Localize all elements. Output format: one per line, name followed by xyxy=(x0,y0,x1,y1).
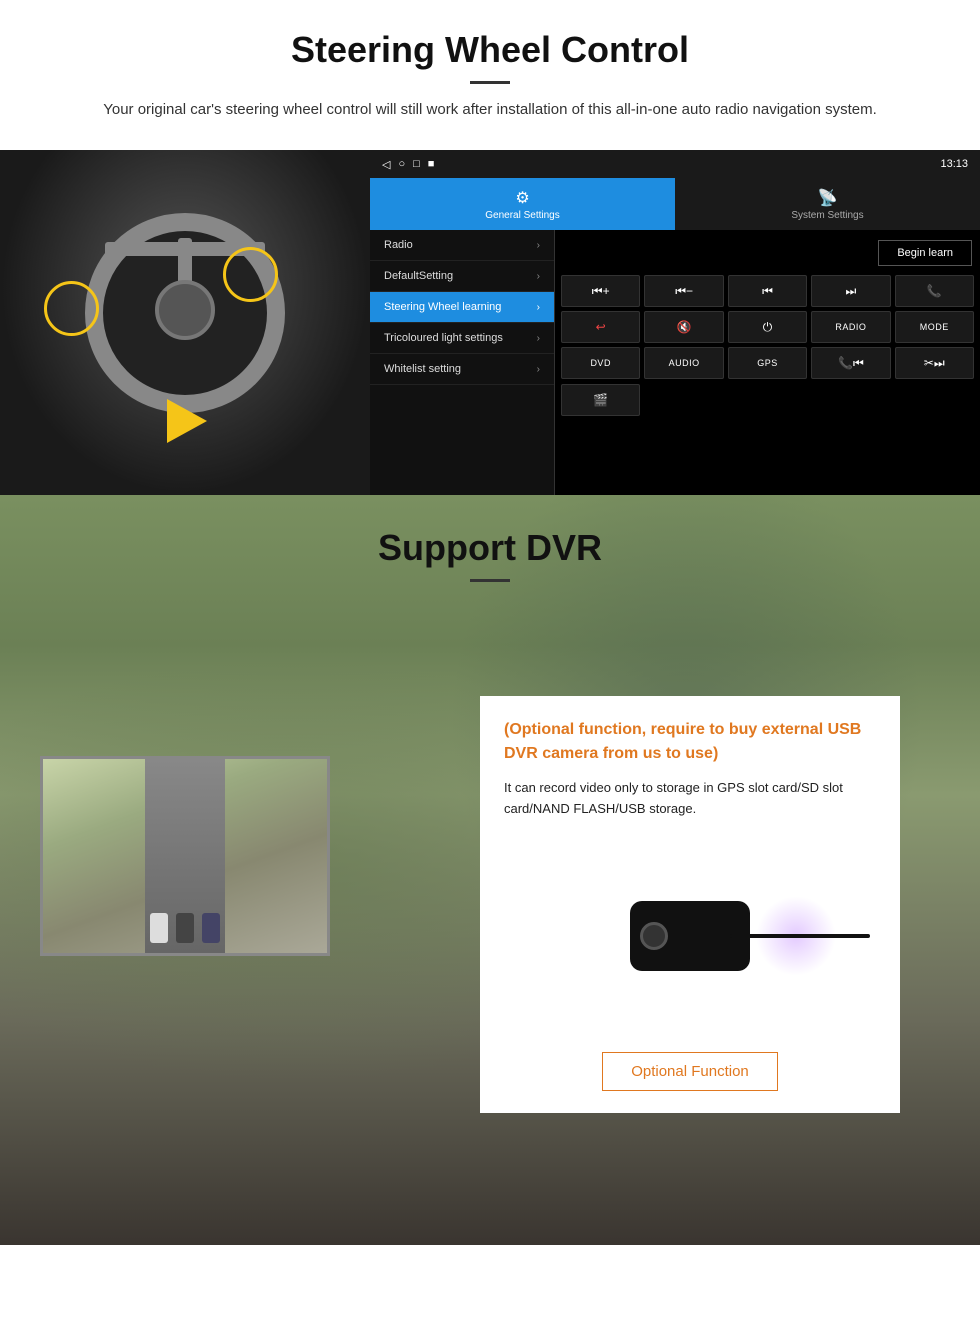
ctrl-gps[interactable]: GPS xyxy=(728,347,807,379)
ctrl-phone-prev[interactable]: 📞⏮ xyxy=(811,347,890,379)
begin-learn-row: Begin learn xyxy=(561,236,974,270)
android-content: Radio › DefaultSetting › Steering Wheel … xyxy=(370,230,980,495)
thumb-cars xyxy=(150,913,220,943)
dvr-description: It can record video only to storage in G… xyxy=(504,778,876,820)
tab-general[interactable]: ⚙ General Settings xyxy=(370,178,675,230)
dvr-left-area xyxy=(30,616,460,956)
system-settings-icon: 📡 xyxy=(818,188,838,208)
android-right-panel: Begin learn ⏮+ ⏮− ⏮ ⏭ 📞 ↩ 🔇 ⏻ RADIO MODE xyxy=(555,230,980,495)
ctrl-audio[interactable]: AUDIO xyxy=(644,347,723,379)
sw-outer-ring xyxy=(85,213,285,413)
tab-system[interactable]: 📡 System Settings xyxy=(675,178,980,230)
yellow-arrow xyxy=(167,399,207,443)
section-steering: Steering Wheel Control Your original car… xyxy=(0,0,980,495)
ctrl-extra-dvr[interactable]: 🎬 xyxy=(561,384,640,416)
section-dvr: Support DVR (Optional function, require … xyxy=(0,495,980,1245)
statusbar-icons: ◁ ○ □ ■ xyxy=(382,158,434,171)
menu-whitelist[interactable]: Whitelist setting › xyxy=(370,354,554,385)
steering-image xyxy=(0,150,370,495)
general-settings-icon: ⚙ xyxy=(515,188,529,208)
ctrl-back-call[interactable]: ↩ xyxy=(561,311,640,343)
ctrl-prev-track[interactable]: ⏮ xyxy=(728,275,807,307)
dvr-divider xyxy=(470,579,510,582)
cam-lens xyxy=(640,922,668,950)
menu-default-setting[interactable]: DefaultSetting › xyxy=(370,261,554,292)
camera-body xyxy=(630,901,750,971)
dvr-title-area: Support DVR xyxy=(0,495,980,596)
steering-title-area: Steering Wheel Control Your original car… xyxy=(0,0,980,132)
steering-title: Steering Wheel Control xyxy=(40,28,940,71)
ctrl-vol-plus[interactable]: ⏮+ xyxy=(561,275,640,307)
ctrl-mute[interactable]: 🔇 xyxy=(644,311,723,343)
ctrl-extra-row: 🎬 xyxy=(561,384,974,416)
menu-icon: ■ xyxy=(428,158,435,171)
home-icon: ○ xyxy=(398,158,405,171)
menu-radio[interactable]: Radio › xyxy=(370,230,554,261)
android-statusbar: ◁ ○ □ ■ 13:13 xyxy=(370,150,980,178)
android-tabs: ⚙ General Settings 📡 System Settings xyxy=(370,178,980,230)
dvr-optional-title: (Optional function, require to buy exter… xyxy=(504,718,876,766)
chevron-tricoloured: › xyxy=(537,333,540,344)
cam-cable xyxy=(730,934,870,938)
chevron-default: › xyxy=(537,271,540,282)
dvr-thumbnail-image xyxy=(40,756,330,956)
recent-icon: □ xyxy=(413,158,420,171)
steering-subtitle: Your original car's steering wheel contr… xyxy=(60,98,920,122)
ctrl-radio[interactable]: RADIO xyxy=(811,311,890,343)
menu-steering-wheel[interactable]: Steering Wheel learning › xyxy=(370,292,554,323)
statusbar-time: 13:13 xyxy=(940,158,968,170)
ctrl-mode[interactable]: MODE xyxy=(895,311,974,343)
yellow-circle-right xyxy=(223,247,278,302)
thumb-car-blue xyxy=(202,913,220,943)
dvr-main-content: (Optional function, require to buy exter… xyxy=(0,596,980,1133)
steering-demo: ◁ ○ □ ■ 13:13 ⚙ General Settings 📡 Syste… xyxy=(0,150,980,495)
optional-function-button[interactable]: Optional Function xyxy=(602,1052,778,1091)
ctrl-dvd[interactable]: DVD xyxy=(561,347,640,379)
ctrl-phone[interactable]: 📞 xyxy=(895,275,974,307)
menu-tricoloured[interactable]: Tricoloured light settings › xyxy=(370,323,554,354)
back-icon: ◁ xyxy=(382,158,390,171)
thumb-car-white xyxy=(150,913,168,943)
chevron-radio: › xyxy=(537,240,540,251)
begin-learn-button[interactable]: Begin learn xyxy=(878,240,972,266)
chevron-whitelist: › xyxy=(537,364,540,375)
tab-general-label: General Settings xyxy=(485,210,560,221)
thumb-car-dark xyxy=(176,913,194,943)
ctrl-cut-next[interactable]: ✂⏭ xyxy=(895,347,974,379)
android-panel: ◁ ○ □ ■ 13:13 ⚙ General Settings 📡 Syste… xyxy=(370,150,980,495)
dvr-title: Support DVR xyxy=(40,527,940,569)
steering-wheel-bg xyxy=(0,150,370,495)
dvr-info-box: (Optional function, require to buy exter… xyxy=(480,696,900,1113)
dvr-camera-image xyxy=(504,836,876,1036)
chevron-steering: › xyxy=(537,302,540,313)
cam-device xyxy=(630,901,750,971)
ctrl-vol-minus[interactable]: ⏮− xyxy=(644,275,723,307)
ctrl-next-track[interactable]: ⏭ xyxy=(811,275,890,307)
android-menu: Radio › DefaultSetting › Steering Wheel … xyxy=(370,230,555,495)
title-divider xyxy=(470,81,510,84)
ctrl-power[interactable]: ⏻ xyxy=(728,311,807,343)
sw-center xyxy=(155,280,215,340)
ctrl-buttons-grid: ⏮+ ⏮− ⏮ ⏭ 📞 ↩ 🔇 ⏻ RADIO MODE DVD AUDIO G… xyxy=(561,275,974,379)
tab-system-label: System Settings xyxy=(791,210,863,221)
